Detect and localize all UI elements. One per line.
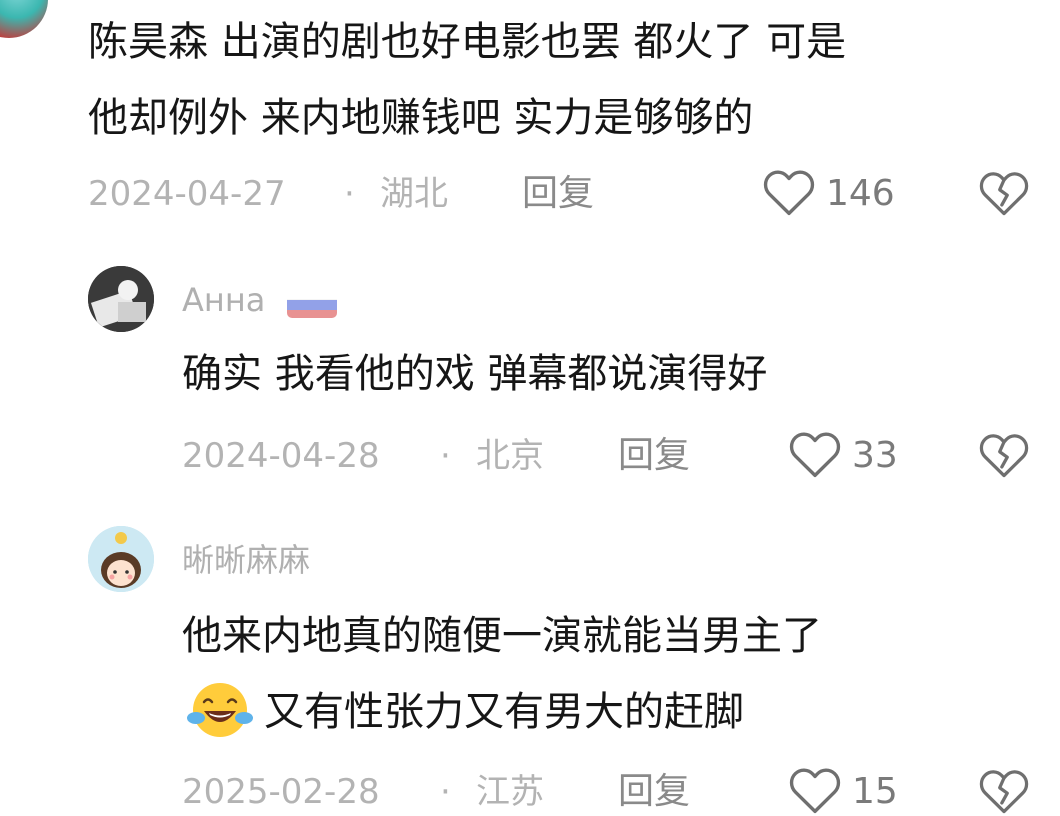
username[interactable]: 晰晰麻麻	[182, 540, 310, 580]
comment-text: 陈昊森 出演的剧也好电影也罢 都火了 可是	[88, 19, 847, 65]
comment-region: 北京	[476, 436, 544, 476]
comment-text: 确实 我看他的戏 弹幕都说演得好	[182, 351, 768, 397]
comment-region: 湖北	[380, 174, 448, 214]
avatar[interactable]	[88, 526, 154, 592]
heart-outline-icon	[789, 768, 841, 814]
laughing-crying-emoji-icon	[182, 678, 258, 742]
comment-date: 2024-04-27	[88, 174, 286, 214]
like-button[interactable]	[762, 166, 816, 218]
dislike-button[interactable]	[978, 766, 1030, 816]
broken-heart-icon	[979, 172, 1029, 216]
dislike-button[interactable]	[978, 168, 1030, 218]
heart-outline-icon	[763, 170, 815, 216]
avatar-image	[88, 266, 154, 332]
russia-flag-icon	[287, 290, 337, 318]
heart-outline-icon	[789, 432, 841, 478]
like-button[interactable]	[788, 764, 842, 816]
meta-separator: ·	[440, 772, 451, 812]
comment-text: 他却例外 来内地赚钱吧 实力是够够的	[88, 95, 754, 141]
broken-heart-icon	[979, 770, 1029, 814]
reply-button[interactable]: 回复	[522, 174, 594, 214]
broken-heart-icon	[979, 434, 1029, 478]
like-count: 15	[852, 771, 898, 812]
comment-date: 2025-02-28	[182, 772, 380, 812]
like-button[interactable]	[788, 428, 842, 480]
reply-button[interactable]: 回复	[618, 436, 690, 476]
like-count: 33	[852, 435, 898, 476]
avatar[interactable]	[88, 266, 154, 332]
like-count: 146	[826, 173, 895, 214]
comment-text: 又有性张力又有男大的赶脚	[264, 689, 744, 735]
meta-separator: ·	[440, 436, 451, 476]
avatar[interactable]	[0, 0, 48, 38]
meta-separator: ·	[344, 174, 355, 214]
comment-text: 他来内地真的随便一演就能当男主了	[182, 613, 822, 659]
dislike-button[interactable]	[978, 430, 1030, 480]
reply-button[interactable]: 回复	[618, 772, 690, 812]
username[interactable]: Анна	[182, 280, 265, 320]
comment-date: 2024-04-28	[182, 436, 380, 476]
avatar-image	[88, 526, 154, 592]
comment-region: 江苏	[476, 772, 544, 812]
